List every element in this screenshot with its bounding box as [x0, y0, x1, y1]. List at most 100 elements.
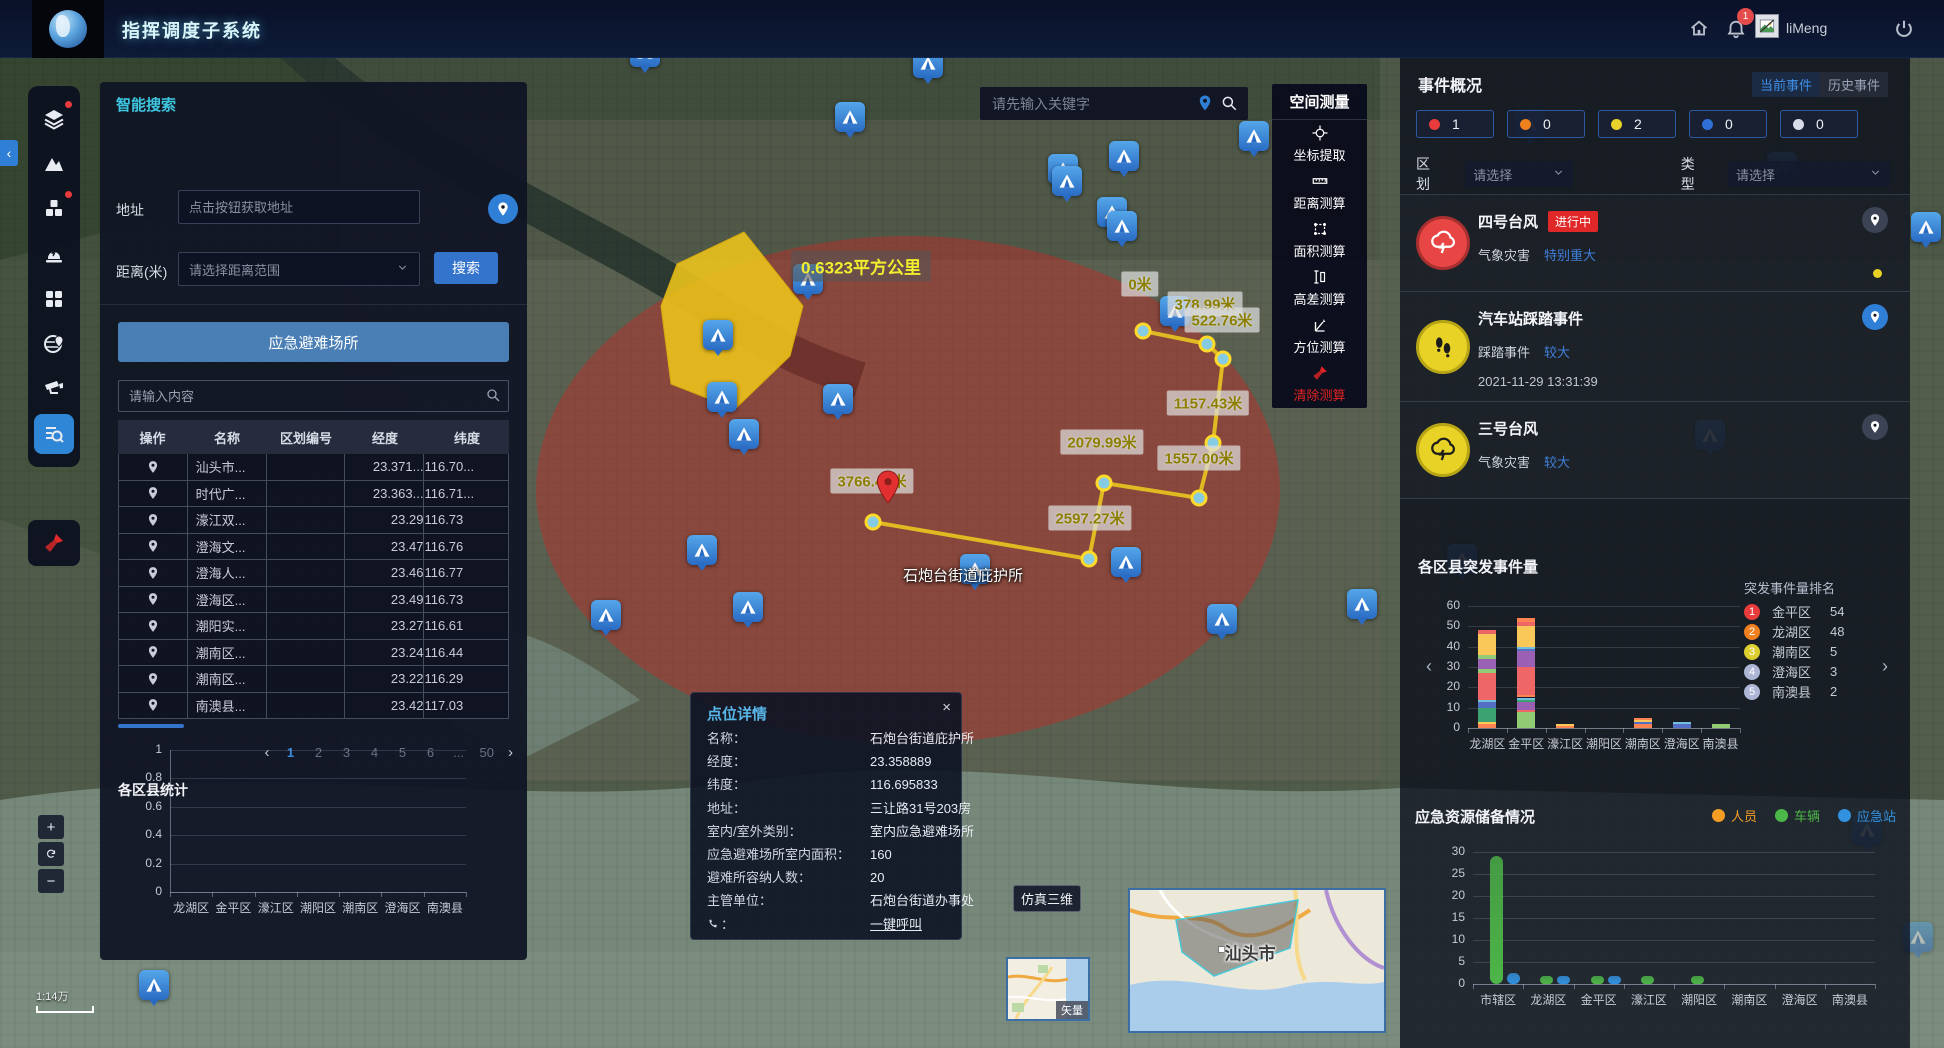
severity-stat-box[interactable]: 2	[1598, 110, 1676, 138]
shelter-marker[interactable]	[1109, 141, 1139, 171]
shelter-marker[interactable]	[1347, 589, 1377, 619]
locate-pin-icon[interactable]	[119, 534, 188, 560]
home-icon[interactable]	[1688, 18, 1710, 40]
sidebar-item-cctv[interactable]	[34, 369, 74, 409]
table-row[interactable]: 潮南区...23.24116.44	[118, 640, 509, 667]
locate-pin-icon[interactable]	[1196, 94, 1214, 112]
ranking-item: 5南澳县2	[1744, 682, 1874, 701]
table-row[interactable]: 时代广...23.363...116.71...	[118, 481, 509, 508]
locate-event-button[interactable]	[1862, 414, 1888, 440]
selected-poi-pin[interactable]	[875, 470, 901, 507]
carousel-next[interactable]: ›	[1882, 656, 1888, 677]
sidebar-item-siren[interactable]	[34, 234, 74, 274]
sidebar-item-grid[interactable]	[34, 279, 74, 319]
event-card[interactable]: 三号台风气象灾害较大	[1400, 402, 1910, 499]
table-filter-input[interactable]	[118, 380, 509, 412]
table-row[interactable]: 濠江双...23.29116.73	[118, 507, 509, 534]
shelter-marker[interactable]	[139, 970, 169, 1000]
severity-stat-box[interactable]: 0	[1780, 110, 1858, 138]
severity-stat-box[interactable]: 0	[1507, 110, 1585, 138]
search-icon[interactable]	[1220, 94, 1238, 112]
vector-basemap-thumb[interactable]: 矢量	[1006, 957, 1090, 1021]
shelter-marker[interactable]	[1911, 212, 1941, 242]
locate-pin-icon[interactable]	[119, 454, 188, 480]
sidebar-item-globe-pin[interactable]	[34, 324, 74, 364]
table-row[interactable]: 南澳县...23.42117.03	[118, 693, 509, 720]
get-address-button[interactable]	[488, 194, 518, 224]
locate-pin-icon[interactable]	[119, 640, 188, 666]
event-card[interactable]: 四号台风进行中气象灾害特别重大	[1400, 195, 1910, 292]
tool-area[interactable]: 面积测算	[1272, 216, 1367, 264]
search-button[interactable]: 搜索	[434, 252, 498, 284]
locate-pin-icon[interactable]	[119, 666, 188, 692]
zoom-out-button[interactable]: −	[38, 869, 64, 893]
reset-view-button[interactable]	[38, 842, 64, 866]
clear-map-tool[interactable]	[28, 520, 80, 566]
sidebar-item-search-list[interactable]	[34, 414, 74, 454]
shelter-marker[interactable]	[703, 320, 733, 350]
power-icon[interactable]	[1893, 18, 1915, 40]
shelter-marker[interactable]	[687, 535, 717, 565]
tool-ruler[interactable]: 距离测算	[1272, 168, 1367, 216]
sidebar-item-layers[interactable]	[34, 99, 74, 139]
table-row[interactable]: 澄海文...23.47116.76	[118, 534, 509, 561]
axis-tick	[170, 892, 171, 897]
tool-brush[interactable]: 清除测算	[1272, 360, 1367, 408]
avatar[interactable]	[1755, 14, 1779, 38]
locate-event-button[interactable]	[1862, 207, 1888, 233]
locate-pin-icon[interactable]	[119, 587, 188, 613]
locate-pin-icon[interactable]	[119, 560, 188, 586]
measure-node	[1097, 476, 1111, 490]
locate-pin-icon[interactable]	[119, 613, 188, 639]
shelter-marker[interactable]	[707, 382, 737, 412]
table-row[interactable]: 澄海区...23.49116.73	[118, 587, 509, 614]
tab-history-events[interactable]: 历史事件	[1820, 72, 1888, 97]
tab-current-events[interactable]: 当前事件	[1752, 72, 1820, 97]
user-name[interactable]: liMeng	[1786, 20, 1827, 36]
event-list: 四号台风进行中气象灾害特别重大汽车站踩踏事件踩踏事件较大2021-11-29 1…	[1400, 194, 1910, 499]
table-row[interactable]: 潮南区...23.22116.29	[118, 666, 509, 693]
tool-bearing[interactable]: 方位测算	[1272, 312, 1367, 360]
horizontal-scrollbar[interactable]	[118, 724, 184, 728]
shelter-marker[interactable]	[1052, 166, 1082, 196]
carousel-prev[interactable]: ‹	[1426, 656, 1432, 677]
sim-3d-button[interactable]: 仿真三维	[1013, 885, 1081, 912]
bar-segment	[1478, 724, 1496, 728]
table-row[interactable]: 潮阳实...23.27116.61	[118, 613, 509, 640]
overview-minimap[interactable]: 汕头市	[1128, 888, 1386, 1033]
page-next[interactable]: ›	[508, 744, 513, 761]
emergency-shelter-button[interactable]: 应急避难场所	[118, 322, 509, 362]
severity-stat-box[interactable]: 0	[1689, 110, 1767, 138]
tool-height[interactable]: 高差测算	[1272, 264, 1367, 312]
gridline	[170, 864, 466, 865]
shelter-marker[interactable]	[1239, 121, 1269, 151]
shelter-marker[interactable]	[1111, 547, 1141, 577]
locate-pin-icon[interactable]	[119, 481, 188, 507]
page-button[interactable]: 50	[480, 745, 494, 760]
district-filter-select[interactable]: 请选择	[1465, 161, 1573, 187]
locate-pin-icon[interactable]	[119, 507, 188, 533]
shelter-marker[interactable]	[733, 592, 763, 622]
sidebar-item-mountain[interactable]	[34, 144, 74, 184]
zoom-in-button[interactable]: +	[38, 815, 64, 839]
sidebar-item-blocks[interactable]	[34, 189, 74, 229]
locate-event-button[interactable]	[1862, 304, 1888, 330]
type-filter-select[interactable]: 请选择	[1728, 161, 1890, 187]
shelter-marker[interactable]	[1207, 604, 1237, 634]
shelter-marker[interactable]	[1107, 211, 1137, 241]
collapse-panel-tab[interactable]: ‹	[0, 140, 18, 166]
table-row[interactable]: 澄海人...23.46116.77	[118, 560, 509, 587]
shelter-marker[interactable]	[823, 384, 853, 414]
address-input[interactable]	[178, 190, 420, 224]
call-link[interactable]: 一键呼叫	[870, 913, 922, 936]
distance-select[interactable]: 请选择距离范围	[178, 252, 420, 286]
shelter-marker[interactable]	[835, 102, 865, 132]
shelter-marker[interactable]	[729, 419, 759, 449]
shelter-marker[interactable]	[591, 600, 621, 630]
locate-pin-icon[interactable]	[119, 693, 188, 719]
table-row[interactable]: 汕头市...23.371...116.70...	[118, 454, 509, 481]
close-icon[interactable]: ×	[942, 699, 951, 716]
tool-crosshair[interactable]: 坐标提取	[1272, 120, 1367, 168]
severity-stat-box[interactable]: 1	[1416, 110, 1494, 138]
event-card[interactable]: 汽车站踩踏事件踩踏事件较大2021-11-29 13:31:39	[1400, 292, 1910, 402]
